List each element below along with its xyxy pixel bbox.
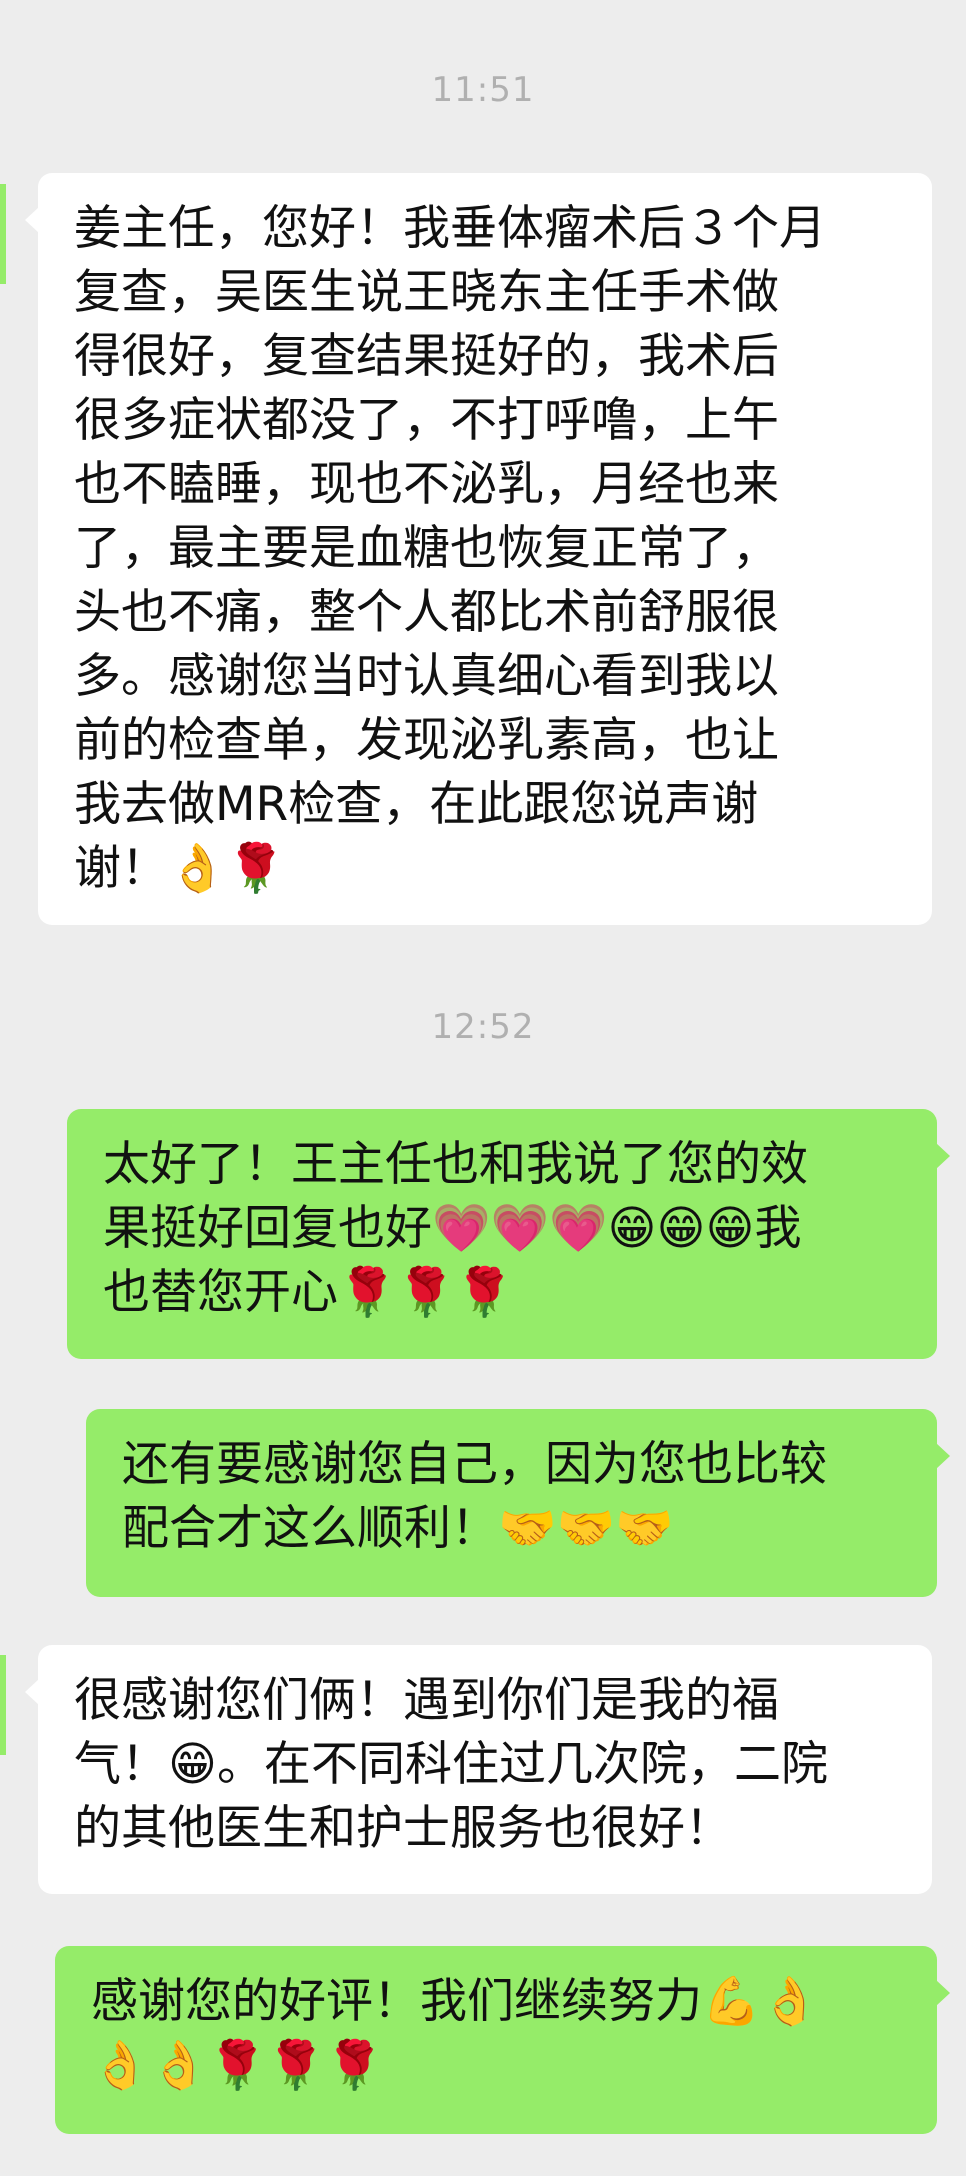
left-edge-strip (0, 1655, 6, 1755)
message-bubble-incoming[interactable]: 很感谢您们俩！遇到你们是我的福 气！😁。在不同科住过几次院，二院 的其他医生和护… (25, 1645, 932, 1894)
message-timestamp: 11:51 (431, 70, 535, 110)
message-bubble-outgoing[interactable]: 还有要感谢您自己，因为您也比较 配合才这么顺利！🤝🤝🤝 (86, 1409, 950, 1597)
message-bubble-outgoing[interactable]: 太好了！王主任也和我说了您的效 果挺好回复也好💗💗💗😁😁😁我 也替您开心🌹🌹🌹 (67, 1109, 950, 1359)
message-bubble-outgoing[interactable]: 感谢您的好评！我们继续努力💪👌 👌👌🌹🌹🌹 (55, 1946, 950, 2134)
chat-window: 11:51 姜主任，您好！我垂体瘤术后３个月 复查，吴医生说王晓东主任手术做 得… (0, 0, 966, 2176)
left-edge-strip (0, 184, 6, 284)
message-timestamp: 12:52 (431, 1007, 535, 1047)
message-bubble-incoming[interactable]: 姜主任，您好！我垂体瘤术后３个月 复查，吴医生说王晓东主任手术做 得很好，复查结… (25, 173, 932, 925)
